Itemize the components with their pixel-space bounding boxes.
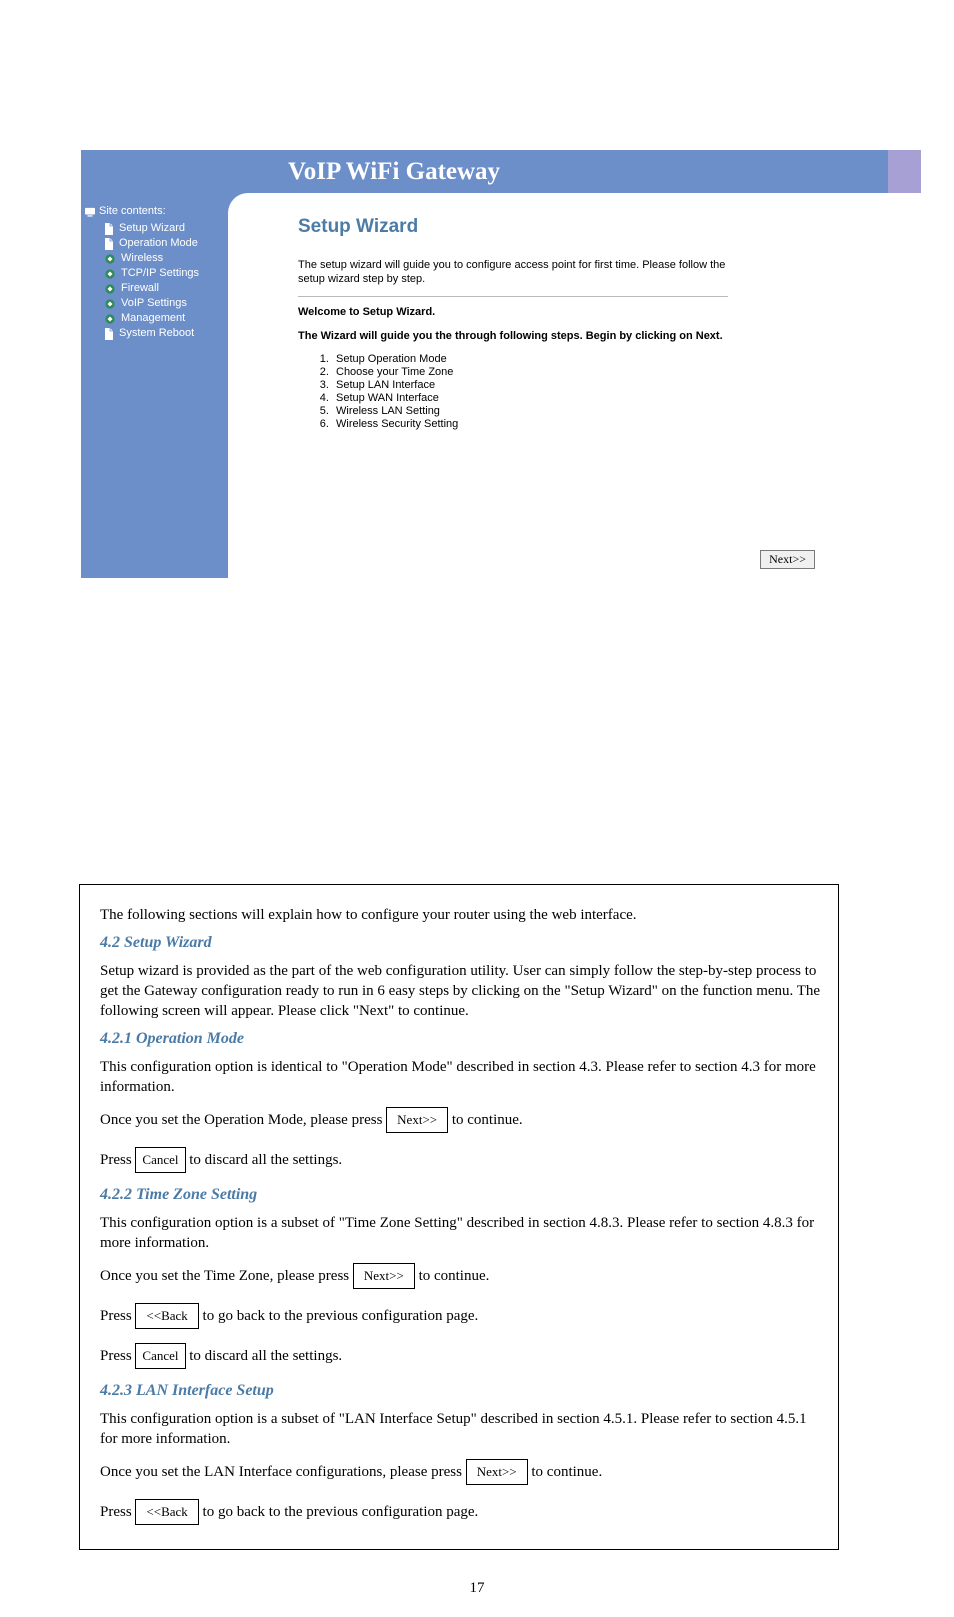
doc-paragraph: Press <<Back to go back to the previous … [100,1495,826,1529]
doc-text: Once you set the Time Zone, please press [100,1268,353,1284]
sidebar-item-label: Setup Wizard [119,221,185,236]
document-body: The following sections will explain how … [79,884,839,1550]
doc-text: to discard all the settings. [189,1152,342,1168]
banner-accent [888,150,921,193]
doc-text: to continue. [452,1112,523,1128]
intro-text: The setup wizard will guide you to confi… [298,258,728,286]
sidebar: Site contents: Setup Wizard Operation Mo… [81,193,228,578]
banner: VoIP WiFi Gateway [81,150,921,193]
doc-paragraph: Press <<Back to go back to the previous … [100,1299,826,1333]
sidebar-item-label: Operation Mode [119,236,198,251]
doc-heading-setup-wizard: 4.2 Setup Wizard [100,933,826,953]
doc-text: Press [100,1152,135,1168]
inline-button-cancel: Cancel [135,1147,185,1173]
inline-button-next: Next>> [466,1459,528,1485]
sidebar-list: Setup Wizard Operation Mode Wireless TCP… [85,221,224,341]
steps-list: Setup Operation Mode Choose your Time Zo… [332,353,768,431]
instruction-text: The Wizard will guide you the through fo… [298,329,728,343]
sidebar-heading-row: Site contents: [85,204,224,219]
sidebar-item-label: Firewall [121,281,159,296]
content: Setup Wizard The setup wizard will guide… [228,193,788,441]
folder-closed-icon [104,299,116,309]
sidebar-heading: Site contents: [99,204,166,219]
sidebar-item-operation-mode[interactable]: Operation Mode [104,236,224,251]
step-item: Setup LAN Interface [332,379,768,392]
doc-paragraph: Once you set the LAN Interface configura… [100,1455,826,1489]
sidebar-item-label: TCP/IP Settings [121,266,199,281]
doc-paragraph: This configuration option is a subset of… [100,1213,826,1253]
inline-button-next: Next>> [386,1107,448,1133]
inline-button-back: <<Back [135,1499,198,1525]
page-icon [104,238,114,250]
step-item: Choose your Time Zone [332,366,768,379]
page-number: 17 [0,1580,954,1597]
inline-button-cancel: Cancel [135,1343,185,1369]
sidebar-item-label: Wireless [121,251,163,266]
doc-text: to discard all the settings. [189,1348,342,1364]
welcome-text: Welcome to Setup Wizard. [298,305,728,319]
inline-button-back: <<Back [135,1303,198,1329]
doc-paragraph: Once you set the Operation Mode, please … [100,1103,826,1137]
sidebar-item-system-reboot[interactable]: System Reboot [104,326,224,341]
doc-text: to continue. [531,1464,602,1480]
doc-text: to go back to the previous configuration… [203,1504,479,1520]
separator [298,296,728,297]
doc-text: Once you set the LAN Interface configura… [100,1464,466,1480]
folder-closed-icon [104,314,116,324]
doc-text: Press [100,1504,135,1520]
content-column: Setup Wizard The setup wizard will guide… [228,193,921,578]
folder-closed-icon [104,284,116,294]
rounded-corner [228,193,248,213]
doc-heading-tz: 4.2.2 Time Zone Setting [100,1185,826,1205]
sidebar-item-firewall[interactable]: Firewall [104,281,224,296]
app-frame: VoIP WiFi Gateway Site contents: Setup W… [81,150,922,578]
sidebar-item-setup-wizard[interactable]: Setup Wizard [104,221,224,236]
doc-paragraph: Once you set the Time Zone, please press… [100,1259,826,1293]
sidebar-item-label: Management [121,311,185,326]
doc-text: Press [100,1308,135,1324]
step-item: Setup Operation Mode [332,353,768,366]
monitor-icon [85,206,95,218]
sidebar-item-label: VoIP Settings [121,296,187,311]
top-white-space [0,0,954,150]
folder-closed-icon [104,254,116,264]
page-icon [104,328,114,340]
sidebar-item-management[interactable]: Management [104,311,224,326]
doc-heading-op-mode: 4.2.1 Operation Mode [100,1029,826,1049]
banner-title: VoIP WiFi Gateway [288,158,500,186]
doc-heading-lan: 4.2.3 LAN Interface Setup [100,1381,826,1401]
sidebar-item-label: System Reboot [119,326,194,341]
page-icon [104,223,114,235]
step-item: Wireless Security Setting [332,418,768,431]
sidebar-item-tcpip[interactable]: TCP/IP Settings [104,266,224,281]
next-button[interactable]: Next>> [760,550,815,569]
doc-text: This configuration option is identical t… [100,1059,816,1095]
step-item: Wireless LAN Setting [332,405,768,418]
doc-paragraph: Press Cancel to discard all the settings… [100,1143,826,1177]
sidebar-item-voip[interactable]: VoIP Settings [104,296,224,311]
doc-text: to continue. [419,1268,490,1284]
inline-button-next: Next>> [353,1263,415,1289]
doc-paragraph: This configuration option is identical t… [100,1057,826,1097]
page-title: Setup Wizard [298,216,768,238]
doc-text: to go back to the previous configuration… [203,1308,479,1324]
folder-closed-icon [104,269,116,279]
sidebar-item-wireless[interactable]: Wireless [104,251,224,266]
doc-paragraph: Press Cancel to discard all the settings… [100,1339,826,1373]
doc-text: Press [100,1348,135,1364]
doc-paragraph: The following sections will explain how … [100,905,826,925]
doc-paragraph: Setup wizard is provided as the part of … [100,961,826,1021]
doc-paragraph: This configuration option is a subset of… [100,1409,826,1449]
doc-text: Once you set the Operation Mode, please … [100,1112,386,1128]
step-item: Setup WAN Interface [332,392,768,405]
